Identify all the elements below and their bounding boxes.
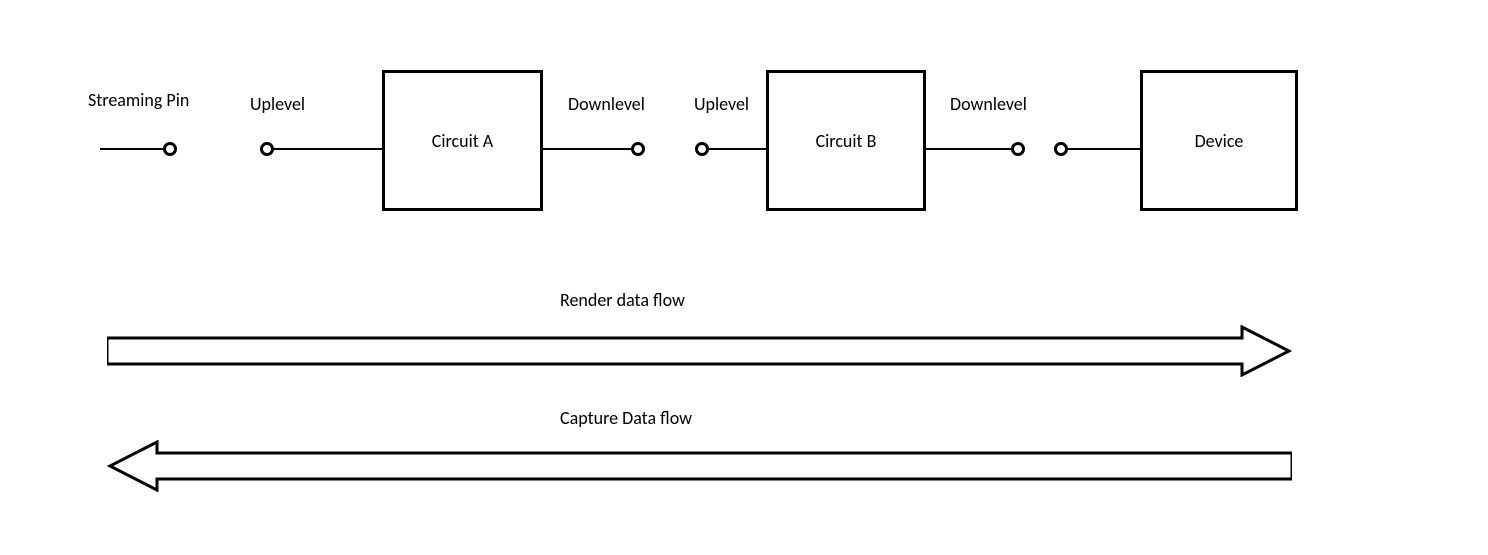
pin-uplevel-2: [695, 142, 709, 156]
render-arrow-icon: [107, 325, 1292, 377]
circuit-a-label: Circuit A: [432, 130, 493, 152]
uplevel-1-label: Uplevel: [250, 93, 305, 115]
uplevel-2-label: Uplevel: [694, 93, 749, 115]
capture-arrow-icon: [107, 440, 1292, 492]
render-flow-label: Render data flow: [560, 289, 685, 311]
downlevel-2-label: Downlevel: [950, 93, 1027, 115]
circuit-b-box: Circuit B: [766, 70, 926, 211]
streaming-pin-label: Streaming Pin: [88, 89, 189, 111]
line-streaming: [100, 148, 163, 150]
pin-downlevel-2: [1011, 142, 1025, 156]
device-box: Device: [1140, 70, 1298, 211]
line-downlevel-1: [543, 148, 631, 150]
circuit-b-label: Circuit B: [816, 130, 877, 152]
pin-device-in: [1054, 142, 1068, 156]
circuit-a-box: Circuit A: [382, 70, 543, 211]
downlevel-1-label: Downlevel: [568, 93, 645, 115]
pin-uplevel-1: [260, 142, 274, 156]
line-downlevel-2: [926, 148, 1011, 150]
line-device: [1068, 148, 1140, 150]
device-label: Device: [1195, 130, 1244, 152]
line-uplevel-2: [709, 148, 766, 150]
pin-downlevel-1: [631, 142, 645, 156]
capture-flow-label: Capture Data flow: [560, 407, 692, 429]
line-uplevel-1: [274, 148, 382, 150]
pin-streaming: [163, 142, 177, 156]
